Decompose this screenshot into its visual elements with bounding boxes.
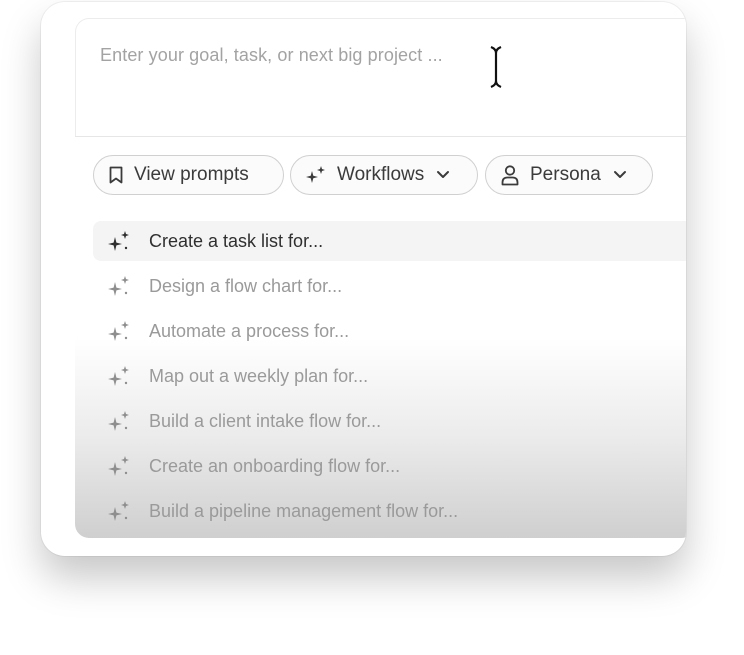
input-divider [75, 136, 686, 137]
text-cursor-icon [490, 45, 502, 89]
bookmark-icon [108, 165, 124, 185]
view-prompts-button[interactable]: View prompts [93, 155, 284, 195]
prompt-panel: Enter your goal, task, or next big proje… [75, 18, 686, 538]
suggestion-label: Create a task list for... [149, 230, 324, 251]
sparkles-icon [107, 319, 133, 343]
suggestion-item[interactable]: Create a task list for... [93, 221, 686, 261]
suggestion-item[interactable]: Automate a process for... [93, 311, 686, 351]
prompt-placeholder: Enter your goal, task, or next big proje… [100, 45, 443, 65]
persona-label: Persona [530, 164, 601, 185]
suggestion-item[interactable]: Build a client intake flow for... [93, 401, 686, 441]
prompt-card: Enter your goal, task, or next big proje… [41, 2, 686, 556]
person-icon [500, 164, 520, 186]
view-prompts-label: View prompts [134, 164, 249, 185]
suggestion-label: Build a client intake flow for... [149, 410, 382, 431]
sparkles-icon [107, 229, 133, 253]
suggestion-label: Create an onboarding flow for... [149, 455, 401, 476]
suggestion-item[interactable]: Map out a weekly plan for... [93, 356, 686, 396]
sparkles-icon [107, 274, 133, 298]
chevron-down-icon [436, 170, 450, 180]
sparkles-icon [305, 165, 327, 185]
suggestion-label: Build a pipeline management flow for... [149, 500, 459, 521]
suggestion-label: Map out a weekly plan for... [149, 365, 369, 386]
suggestion-item[interactable]: Create an onboarding flow for... [93, 446, 686, 486]
sparkles-icon [107, 454, 133, 478]
chevron-down-icon [613, 170, 627, 180]
prompt-input[interactable]: Enter your goal, task, or next big proje… [75, 18, 686, 137]
sparkles-icon [107, 364, 133, 388]
persona-dropdown[interactable]: Persona [485, 155, 653, 195]
workflows-label: Workflows [337, 164, 425, 185]
suggestion-label: Automate a process for... [149, 320, 350, 341]
workflows-dropdown[interactable]: Workflows [290, 155, 478, 195]
suggestion-item[interactable]: Design a flow chart for... [93, 266, 686, 306]
suggestion-label: Design a flow chart for... [149, 275, 343, 296]
suggestion-item[interactable]: Build a pipeline management flow for... [93, 491, 686, 531]
sparkles-icon [107, 499, 133, 523]
sparkles-icon [107, 409, 133, 433]
